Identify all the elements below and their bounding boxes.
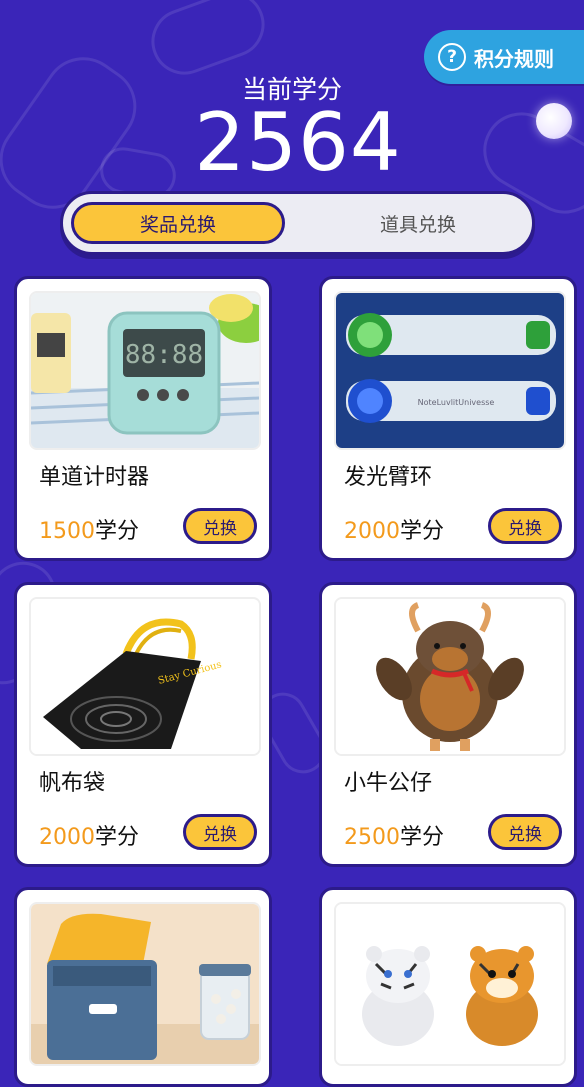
exchange-tabs: 奖品兑换 道具兑换 bbox=[60, 191, 535, 255]
price-unit: 学分 bbox=[400, 519, 445, 544]
redeem-button[interactable]: 兑换 bbox=[183, 508, 257, 544]
product-price: 2000学分 bbox=[344, 513, 444, 545]
redeem-button[interactable]: 兑换 bbox=[183, 814, 257, 850]
product-name: 发光臂环 bbox=[344, 465, 433, 490]
product-price: 1500学分 bbox=[39, 513, 139, 545]
price-number: 2000 bbox=[39, 825, 95, 850]
svg-text:88:88: 88:88 bbox=[125, 340, 203, 370]
tiger-plush-image bbox=[334, 902, 566, 1066]
product-name: 单道计时器 bbox=[39, 465, 150, 490]
price-unit: 学分 bbox=[95, 825, 140, 850]
tab-item-exchange[interactable]: 道具兑换 bbox=[311, 202, 525, 244]
product-name: 帆布袋 bbox=[39, 771, 106, 796]
svg-text:NoteLuvlitUnivesse: NoteLuvlitUnivesse bbox=[418, 398, 495, 407]
redeem-button[interactable]: 兑换 bbox=[488, 508, 562, 544]
product-card[interactable]: 88:88 单道计时器 1500学分 兑换 bbox=[14, 276, 272, 561]
light-armband-image: NoteLuvlitUnivesse bbox=[334, 291, 566, 450]
product-card[interactable]: 小牛公仔 2500学分 兑换 bbox=[319, 582, 577, 867]
canvas-bag-image: Stay Curious bbox=[29, 597, 261, 756]
tab-prize-exchange[interactable]: 奖品兑换 bbox=[71, 202, 285, 244]
redeem-button[interactable]: 兑换 bbox=[488, 814, 562, 850]
price-number: 2500 bbox=[344, 825, 400, 850]
product-price: 2000学分 bbox=[39, 819, 139, 851]
storage-bin-image bbox=[29, 902, 261, 1066]
product-card[interactable] bbox=[14, 887, 272, 1087]
product-name: 小牛公仔 bbox=[344, 771, 433, 796]
credit-rules-label: 积分规则 bbox=[474, 46, 554, 71]
product-price: 2500学分 bbox=[344, 819, 444, 851]
calf-plush-image bbox=[334, 597, 566, 756]
digital-timer-image: 88:88 bbox=[29, 291, 261, 450]
price-number: 1500 bbox=[39, 519, 95, 544]
product-card[interactable]: Stay Curious 帆布袋 2000学分 兑换 bbox=[14, 582, 272, 867]
price-number: 2000 bbox=[344, 519, 400, 544]
product-card[interactable] bbox=[319, 887, 577, 1087]
current-credit-value: 2564 bbox=[194, 96, 402, 189]
price-unit: 学分 bbox=[400, 825, 445, 850]
price-unit: 学分 bbox=[95, 519, 140, 544]
product-card[interactable]: NoteLuvlitUnivesse 发光臂环 2000学分 兑换 bbox=[319, 276, 577, 561]
question-circle-icon: ? bbox=[438, 43, 466, 71]
